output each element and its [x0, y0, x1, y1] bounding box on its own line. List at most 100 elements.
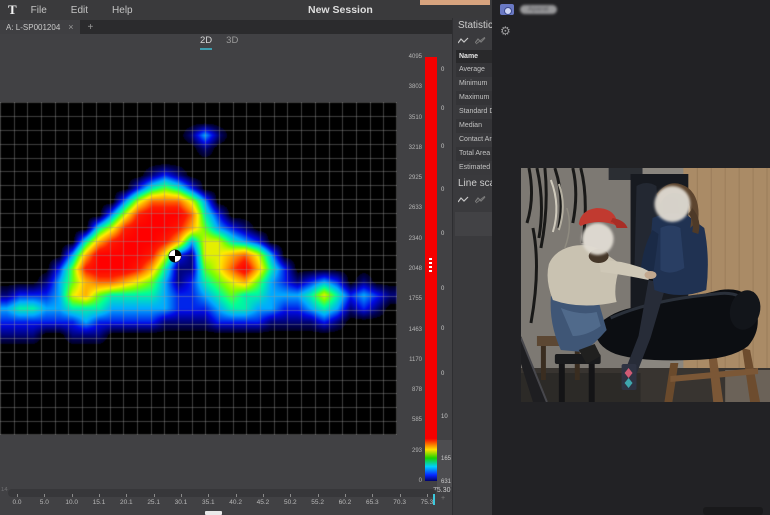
- statistics-panel: Statistics NameAverageMinimumMaximumStan…: [452, 18, 492, 515]
- colorbar-count: 0: [441, 67, 444, 73]
- line-chart-disabled-icon[interactable]: [475, 196, 486, 204]
- x-axis-label: 15.1: [87, 499, 111, 506]
- colorbar-tick-label: 3803: [385, 84, 422, 90]
- colorbar-tick-label: 1463: [385, 327, 422, 333]
- x-axis-label: 35.1: [196, 499, 220, 506]
- horizontal-scrollbar-thumb[interactable]: [205, 511, 222, 515]
- statistics-table: NameAverageMinimumMaximumStandard Deviat…: [456, 50, 492, 175]
- stats-row-standard[interactable]: Standard Deviation: [456, 105, 492, 119]
- axis-expand-icon[interactable]: +: [441, 495, 445, 502]
- colorbar-range-marker: [429, 258, 432, 272]
- x-axis-tick: [154, 494, 155, 497]
- app-logo: T: [8, 2, 17, 18]
- colorbar-tick-label: 585: [385, 417, 422, 423]
- pressure-heatmap[interactable]: [0, 102, 397, 435]
- x-axis-label: 10.0: [60, 499, 84, 506]
- colorbar-count: 0: [441, 326, 444, 332]
- colorbar-count: 10: [441, 414, 448, 420]
- camera-source-label: Aparat: [520, 5, 557, 14]
- colorbar-tick-label: 2633: [385, 205, 422, 211]
- x-axis-label: 25.1: [142, 499, 166, 506]
- window-title: New Session: [308, 4, 373, 16]
- colorbar-tick-label: 2048: [385, 266, 422, 272]
- stats-row-total[interactable]: Total Area: [456, 147, 492, 161]
- colorbar-count: 631: [441, 479, 451, 485]
- colorbar-tick-label: 2925: [385, 175, 422, 181]
- x-axis-tick: [181, 494, 182, 497]
- stats-row-minimum[interactable]: Minimum: [456, 77, 492, 91]
- stats-row-estimated[interactable]: Estimated: [456, 161, 492, 175]
- camera-source-row[interactable]: Aparat: [500, 4, 557, 15]
- app-window: T File Edit Help New Session A: L-SP0012…: [0, 0, 770, 515]
- new-tab-button[interactable]: +: [80, 20, 102, 34]
- tab-label: A: L-SP001204: [6, 23, 60, 32]
- x-axis-label: 45.2: [251, 499, 275, 506]
- stats-row-average[interactable]: Average: [456, 63, 492, 77]
- colorbar-tick-label: 3510: [385, 115, 422, 121]
- x-axis-tick: [427, 494, 428, 497]
- bottom-right-button[interactable]: [703, 507, 763, 515]
- x-axis-label: 5.0: [32, 499, 56, 506]
- x-axis-tick: [400, 494, 401, 497]
- line-chart-icon[interactable]: [458, 196, 469, 204]
- x-axis-label: 30.1: [169, 499, 193, 506]
- x-axis-label: 50.2: [278, 499, 302, 506]
- x-axis-tick: [290, 494, 291, 497]
- colorbar-tick-label: 878: [385, 387, 422, 393]
- stats-row-maximum[interactable]: Maximum: [456, 91, 492, 105]
- x-axis-tick: [17, 494, 18, 497]
- tab-2d[interactable]: 2D: [200, 35, 212, 50]
- statistics-title: Statistics: [458, 20, 492, 31]
- x-axis-label: 55.2: [306, 499, 330, 506]
- stats-row-median[interactable]: Median: [456, 119, 492, 133]
- line-scan-chart-icons: [458, 196, 486, 204]
- x-axis-cursor-tick: [433, 494, 435, 505]
- x-axis-tick: [372, 494, 373, 497]
- stats-row-contact[interactable]: Contact Area: [456, 133, 492, 147]
- x-axis-label: 0.0: [5, 499, 29, 506]
- heatmap-cursor-marker: [168, 249, 182, 263]
- x-axis-label: 75.3: [415, 499, 439, 506]
- colorbar-tick-label: 1170: [385, 357, 422, 363]
- hand: [645, 271, 657, 279]
- colorbar-tick-label: 2340: [385, 236, 422, 242]
- x-axis-tick: [99, 494, 100, 497]
- line-scan-title: Line scan: [458, 178, 492, 189]
- colorbar-count: 0: [441, 106, 444, 112]
- tab-close-icon[interactable]: ×: [68, 23, 73, 32]
- x-axis-label: 20.1: [114, 499, 138, 506]
- line-chart-icon[interactable]: [458, 37, 469, 45]
- camera-photo: [521, 168, 770, 402]
- colorbar-count: 0: [441, 187, 444, 193]
- x-axis-tick: [208, 494, 209, 497]
- colorbar-count: 0: [441, 371, 444, 377]
- background-window-sliver: [420, 0, 490, 5]
- menu-help[interactable]: Help: [108, 3, 137, 18]
- x-axis-label: 65.3: [360, 499, 384, 506]
- x-axis-label: 70.3: [388, 499, 412, 506]
- x-axis-label: 60.2: [333, 499, 357, 506]
- colorbar-tick-label: 293: [385, 448, 422, 454]
- x-axis-tick: [72, 494, 73, 497]
- blurred-face: [582, 223, 614, 255]
- menu-file[interactable]: File: [27, 3, 51, 18]
- camera-icon[interactable]: [500, 4, 514, 15]
- line-chart-disabled-icon[interactable]: [475, 37, 486, 45]
- colorbar-count: 0: [441, 286, 444, 292]
- colorbar-tick-label: 1755: [385, 296, 422, 302]
- gear-icon[interactable]: ⚙: [500, 24, 511, 38]
- colorbar-tick-label: 3218: [385, 145, 422, 151]
- menu-bar: T File Edit Help: [0, 0, 492, 20]
- colorbar-tick-label: 4095: [385, 54, 422, 60]
- tab-session[interactable]: A: L-SP001204 ×: [0, 20, 80, 34]
- blurred-face: [654, 186, 690, 222]
- colorbar-count: 0: [441, 144, 444, 150]
- line-scan-plot-area: [455, 212, 492, 236]
- stats-header-name: Name: [456, 50, 492, 63]
- x-axis-tick: [44, 494, 45, 497]
- menu-edit[interactable]: Edit: [67, 3, 92, 18]
- tab-3d[interactable]: 3D: [226, 35, 238, 50]
- colorbar-count: 0: [441, 231, 444, 237]
- x-axis-tick: [345, 494, 346, 497]
- colorbar-tick-label: 0: [385, 478, 422, 484]
